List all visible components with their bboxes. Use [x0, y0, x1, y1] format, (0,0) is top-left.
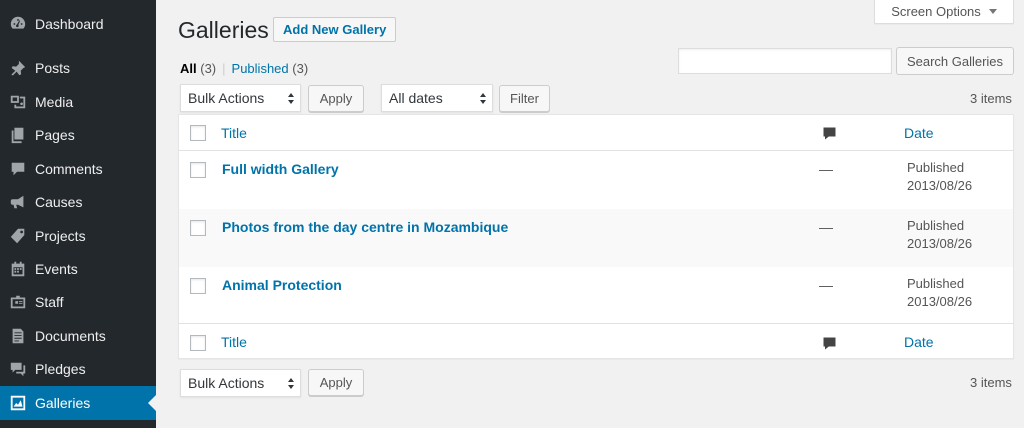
- add-new-gallery-button[interactable]: Add New Gallery: [273, 17, 397, 42]
- chart-icon: [8, 393, 28, 413]
- sidebar-item-label: Pages: [35, 127, 75, 143]
- caret-down-icon: [988, 9, 997, 14]
- tag-icon: [8, 226, 28, 246]
- bulk-actions-select-bottom[interactable]: Bulk Actions: [180, 369, 301, 397]
- items-count-bottom: 3 items: [970, 375, 1012, 390]
- id-card-icon: [8, 292, 28, 312]
- column-date-header[interactable]: Date: [904, 125, 934, 141]
- row-date: Published 2013/08/26: [907, 160, 973, 193]
- row-comments: —: [819, 161, 833, 177]
- row-title-link[interactable]: Full width Gallery: [222, 161, 339, 177]
- row-comments: —: [819, 219, 833, 235]
- sidebar-item-posts[interactable]: Posts: [0, 51, 156, 85]
- sidebar-item-dashboard[interactable]: Dashboard: [0, 7, 156, 41]
- select-all-checkbox[interactable]: [190, 125, 206, 141]
- sidebar-item-pages[interactable]: Pages: [0, 118, 156, 152]
- comment-icon: [822, 126, 837, 141]
- row-title-link[interactable]: Animal Protection: [222, 277, 342, 293]
- search-input[interactable]: [678, 48, 892, 74]
- table-row: Animal Protection — Published 2013/08/26: [179, 267, 1013, 323]
- filter-separator: |: [222, 61, 226, 76]
- row-checkbox[interactable]: [190, 220, 206, 236]
- sidebar-item-label: Pledges: [35, 361, 86, 377]
- page-title: Galleries: [178, 17, 269, 43]
- sidebar-item-label: Posts: [35, 60, 71, 76]
- sidebar-item-media[interactable]: Media: [0, 85, 156, 119]
- filter-all[interactable]: All (3): [180, 61, 216, 76]
- sidebar-item-label: Causes: [35, 194, 83, 210]
- dates-select[interactable]: All dates: [381, 84, 493, 112]
- sidebar-item-projects[interactable]: Projects: [0, 219, 156, 253]
- column-title-footer[interactable]: Title: [221, 334, 247, 350]
- row-checkbox[interactable]: [190, 278, 206, 294]
- apply-button-top[interactable]: Apply: [308, 85, 364, 112]
- dashboard-icon: [8, 14, 28, 34]
- calendar-icon: [8, 259, 28, 279]
- sidebar-item-staff[interactable]: Staff: [0, 285, 156, 319]
- screen-options-button[interactable]: Screen Options: [874, 0, 1014, 24]
- comment-icon: [8, 159, 28, 179]
- items-count-top: 3 items: [970, 91, 1012, 106]
- admin-sidebar: Dashboard Posts Media Pages Comments Cau…: [0, 0, 156, 428]
- sidebar-item-label: Comments: [35, 161, 103, 177]
- select-arrows-icon: [288, 93, 294, 104]
- comment-icon: [822, 336, 837, 351]
- status-filters: All (3) | Published (3): [180, 61, 308, 76]
- filter-button[interactable]: Filter: [499, 85, 550, 112]
- chat-icon: [8, 359, 28, 379]
- filter-published[interactable]: Published (3): [232, 61, 309, 76]
- select-all-checkbox-footer[interactable]: [190, 335, 206, 351]
- row-comments: —: [819, 277, 833, 293]
- apply-button-bottom[interactable]: Apply: [308, 369, 364, 396]
- table-footer-row: Title Date: [179, 323, 1013, 359]
- sidebar-item-label: Projects: [35, 228, 86, 244]
- row-date: Published 2013/08/26: [907, 276, 973, 309]
- sidebar-item-label: Staff: [35, 294, 64, 310]
- sidebar-item-causes[interactable]: Causes: [0, 185, 156, 219]
- sidebar-item-events[interactable]: Events: [0, 252, 156, 286]
- sidebar-item-documents[interactable]: Documents: [0, 319, 156, 353]
- column-date-footer[interactable]: Date: [904, 334, 934, 350]
- sidebar-item-galleries[interactable]: Galleries: [0, 386, 156, 420]
- column-title-header[interactable]: Title: [221, 125, 247, 141]
- select-arrows-icon: [288, 378, 294, 389]
- table-header-row: Title Date: [179, 115, 1013, 151]
- pin-icon: [8, 58, 28, 78]
- table-row: Full width Gallery — Published 2013/08/26: [179, 151, 1013, 209]
- row-title-link[interactable]: Photos from the day centre in Mozambique: [222, 219, 508, 235]
- select-arrows-icon: [480, 93, 486, 104]
- sidebar-item-pledges[interactable]: Pledges: [0, 352, 156, 386]
- document-icon: [8, 326, 28, 346]
- sidebar-item-label: Events: [35, 261, 78, 277]
- galleries-table: Title Date Full width Gallery — Publishe…: [178, 114, 1014, 359]
- screen-options-label: Screen Options: [891, 4, 981, 19]
- media-icon: [8, 92, 28, 112]
- row-date: Published 2013/08/26: [907, 218, 973, 251]
- megaphone-icon: [8, 192, 28, 212]
- table-row: Photos from the day centre in Mozambique…: [179, 209, 1013, 267]
- row-checkbox[interactable]: [190, 162, 206, 178]
- search-galleries-button[interactable]: Search Galleries: [896, 47, 1014, 75]
- sidebar-item-comments[interactable]: Comments: [0, 152, 156, 186]
- pages-icon: [8, 125, 28, 145]
- sidebar-item-label: Galleries: [35, 395, 91, 411]
- sidebar-item-label: Media: [35, 94, 74, 110]
- bulk-actions-select-top[interactable]: Bulk Actions: [180, 84, 301, 112]
- sidebar-item-label: Documents: [35, 328, 106, 344]
- sidebar-item-label: Dashboard: [35, 16, 104, 32]
